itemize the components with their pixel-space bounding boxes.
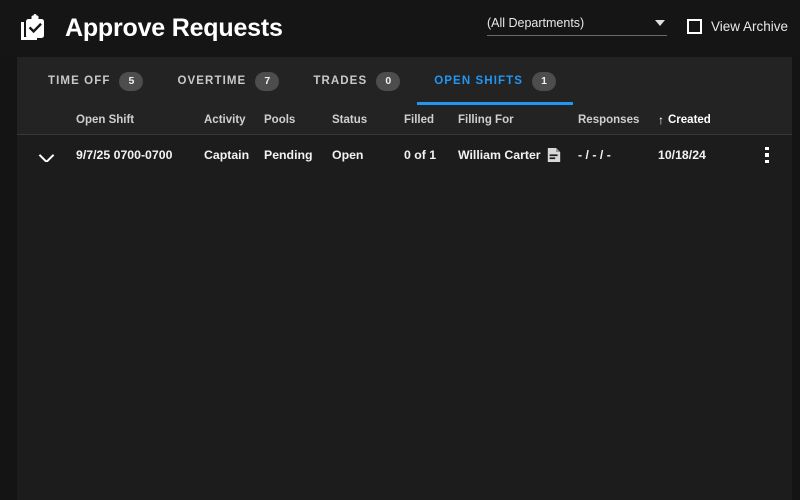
cell-pools: Pending bbox=[264, 148, 313, 162]
tab-bar: TIME OFF 5 OVERTIME 7 TRADES 0 OPEN SHIF… bbox=[17, 57, 792, 105]
table-row[interactable]: 9/7/25 0700-0700 Captain Pending Open 0 … bbox=[17, 135, 792, 175]
tab-trades-label: TRADES bbox=[313, 75, 368, 87]
row-expand-cell[interactable] bbox=[17, 149, 76, 162]
tab-trades[interactable]: TRADES 0 bbox=[296, 57, 417, 105]
content-panel: TIME OFF 5 OVERTIME 7 TRADES 0 OPEN SHIF… bbox=[17, 57, 792, 500]
chevron-down-icon bbox=[654, 20, 665, 26]
cell-activity: Captain bbox=[204, 148, 250, 162]
department-filter-value: (All Departments) bbox=[486, 16, 585, 30]
tab-open-shifts[interactable]: OPEN SHIFTS 1 bbox=[417, 57, 574, 105]
column-header-created[interactable]: ↑ Created bbox=[658, 114, 742, 126]
view-archive-toggle[interactable]: View Archive bbox=[686, 18, 788, 34]
chevron-down-icon[interactable] bbox=[40, 149, 53, 162]
page-header: Approve Requests (All Departments) View … bbox=[0, 0, 800, 57]
column-header-filled[interactable]: Filled bbox=[404, 114, 458, 126]
app-root: Approve Requests (All Departments) View … bbox=[0, 0, 800, 500]
column-header-open-shift[interactable]: Open Shift bbox=[76, 114, 204, 126]
tab-trades-badge: 0 bbox=[376, 71, 401, 91]
kebab-menu-icon[interactable] bbox=[759, 143, 775, 168]
tab-overtime-label: OVERTIME bbox=[177, 75, 247, 87]
page-title: Approve Requests bbox=[65, 14, 283, 42]
column-header-responses[interactable]: Responses bbox=[578, 114, 658, 126]
note-document-icon[interactable] bbox=[547, 147, 561, 163]
title-group: Approve Requests bbox=[17, 12, 283, 46]
clipboard-check-icon bbox=[17, 12, 51, 46]
tab-open-shifts-badge: 1 bbox=[532, 71, 557, 91]
department-filter-select[interactable]: (All Departments) bbox=[486, 16, 667, 36]
requests-table: Open Shift Activity Pools Status Filled … bbox=[17, 105, 792, 500]
tab-time-off-badge: 5 bbox=[119, 71, 144, 91]
cell-status: Open bbox=[332, 148, 364, 162]
tab-time-off-label: TIME OFF bbox=[48, 75, 111, 87]
column-header-filling-for[interactable]: Filling For bbox=[458, 114, 578, 126]
cell-open-shift: 9/7/25 0700-0700 bbox=[76, 148, 173, 162]
view-archive-checkbox[interactable] bbox=[686, 18, 702, 34]
cell-responses: - / - / - bbox=[578, 148, 611, 162]
tab-overtime-badge: 7 bbox=[255, 71, 280, 91]
column-header-created-label: Created bbox=[668, 113, 711, 126]
cell-created: 10/18/24 bbox=[658, 148, 706, 162]
view-archive-label: View Archive bbox=[710, 18, 788, 34]
sort-ascending-icon: ↑ bbox=[658, 113, 664, 126]
tab-overtime[interactable]: OVERTIME 7 bbox=[160, 57, 296, 105]
column-header-status[interactable]: Status bbox=[332, 114, 404, 126]
header-controls: (All Departments) View Archive bbox=[486, 16, 788, 36]
column-header-activity[interactable]: Activity bbox=[204, 114, 264, 126]
column-header-pools[interactable]: Pools bbox=[264, 114, 332, 126]
cell-filling-for-name: William Carter bbox=[458, 148, 541, 162]
cell-filling-for: William Carter bbox=[458, 147, 578, 163]
table-header-row: Open Shift Activity Pools Status Filled … bbox=[17, 105, 792, 135]
cell-filled: 0 of 1 bbox=[404, 148, 437, 162]
tab-open-shifts-label: OPEN SHIFTS bbox=[434, 75, 524, 87]
tab-time-off[interactable]: TIME OFF 5 bbox=[31, 57, 160, 105]
row-actions-cell[interactable] bbox=[742, 143, 792, 168]
